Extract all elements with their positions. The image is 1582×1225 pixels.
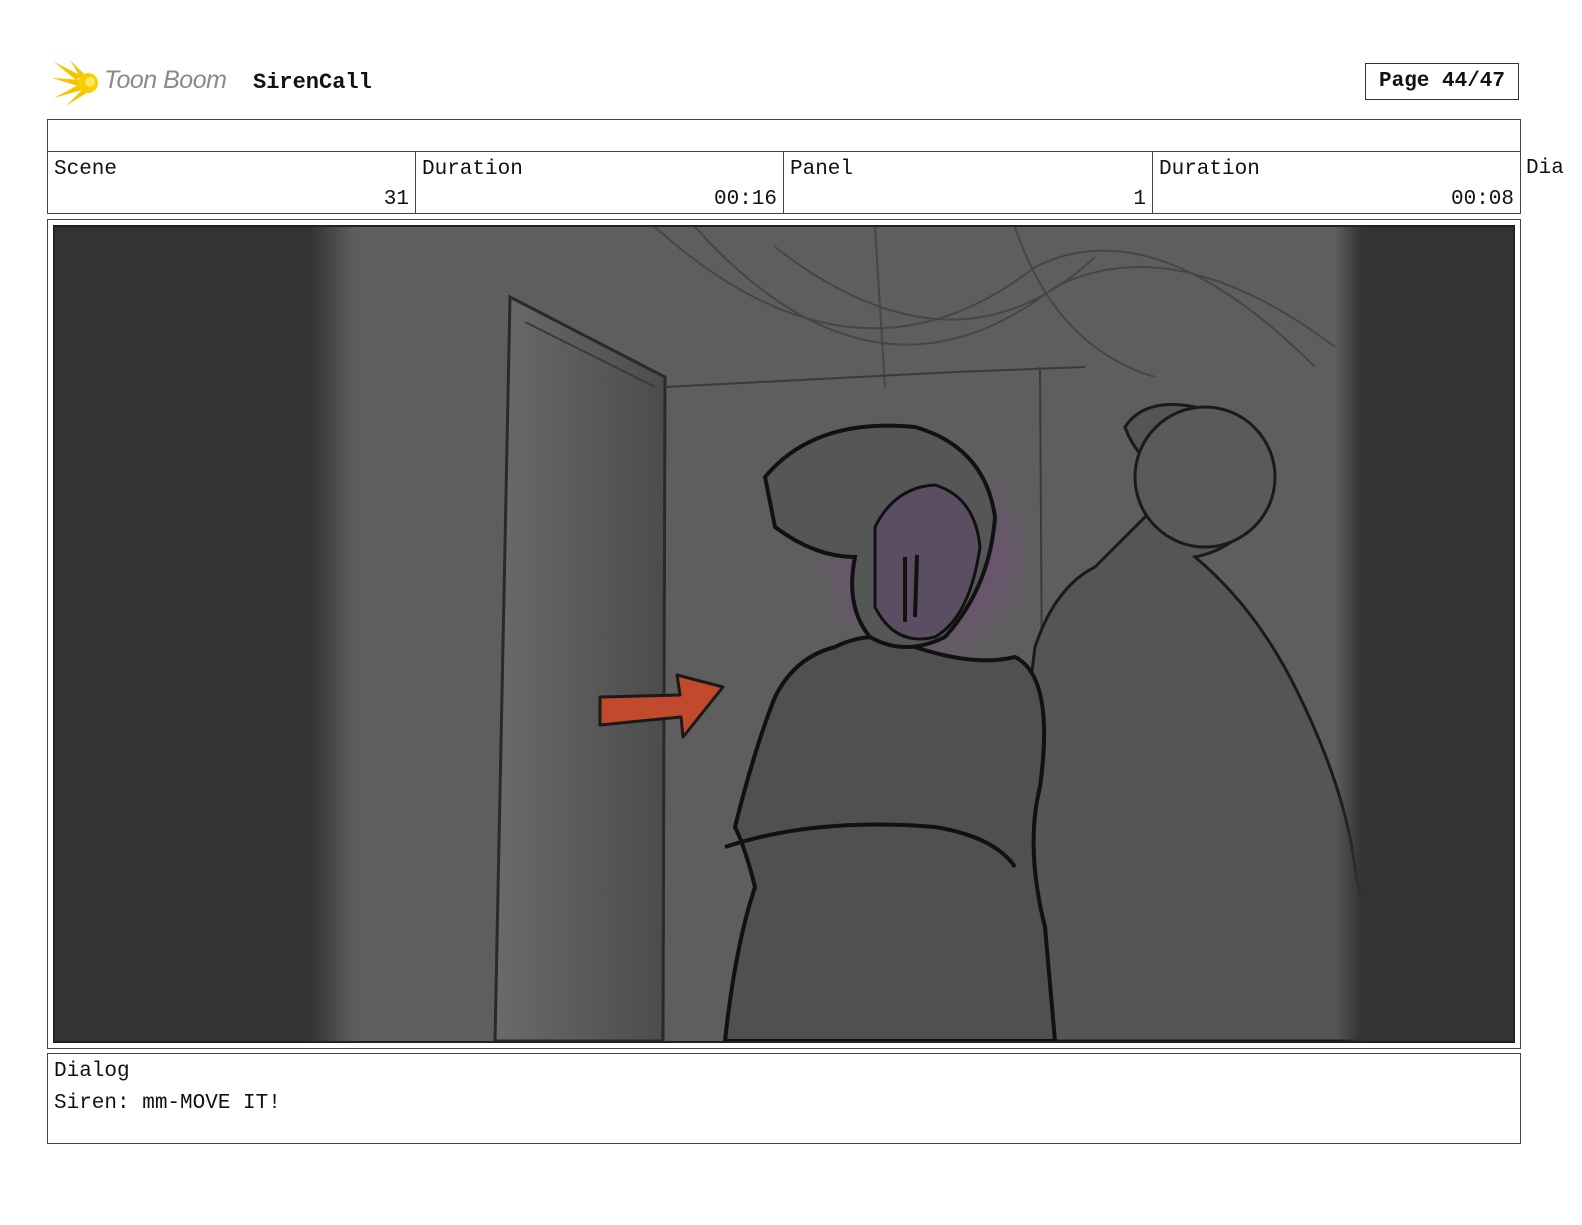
panel-duration-label: Duration	[1159, 158, 1260, 181]
storyboard-sketch	[55, 227, 1513, 1041]
scene-duration-label: Duration	[422, 158, 523, 181]
storyboard-panel-image	[53, 225, 1515, 1043]
panel-duration-cell: Duration 00:08	[1153, 152, 1520, 213]
dialog-column-label-clipped: Dia	[1526, 157, 1564, 180]
scene-duration-value: 00:16	[713, 188, 777, 211]
project-title: SirenCall	[253, 70, 372, 95]
scene-info-row: Scene 31 Duration 00:16 Panel 1 Duration…	[47, 151, 1521, 214]
scene-cell: Scene 31	[48, 152, 416, 213]
panel-cell: Panel 1	[784, 152, 1153, 213]
panel-value: 1	[1133, 188, 1146, 211]
dialog-label: Dialog	[54, 1060, 130, 1083]
scene-label: Scene	[54, 158, 118, 181]
dialog-box: Dialog Siren: mm-MOVE IT!	[47, 1053, 1521, 1144]
logo-wordmark: Toon Boom	[104, 66, 227, 94]
page-number: Page 44/47	[1365, 63, 1519, 100]
blank-header-row	[47, 119, 1521, 152]
panel-duration-value: 00:08	[1450, 188, 1514, 211]
scene-duration-cell: Duration 00:16	[416, 152, 784, 213]
panel-label: Panel	[790, 158, 854, 181]
dialog-text: Siren: mm-MOVE IT!	[54, 1092, 281, 1115]
scene-value: 31	[383, 188, 409, 211]
